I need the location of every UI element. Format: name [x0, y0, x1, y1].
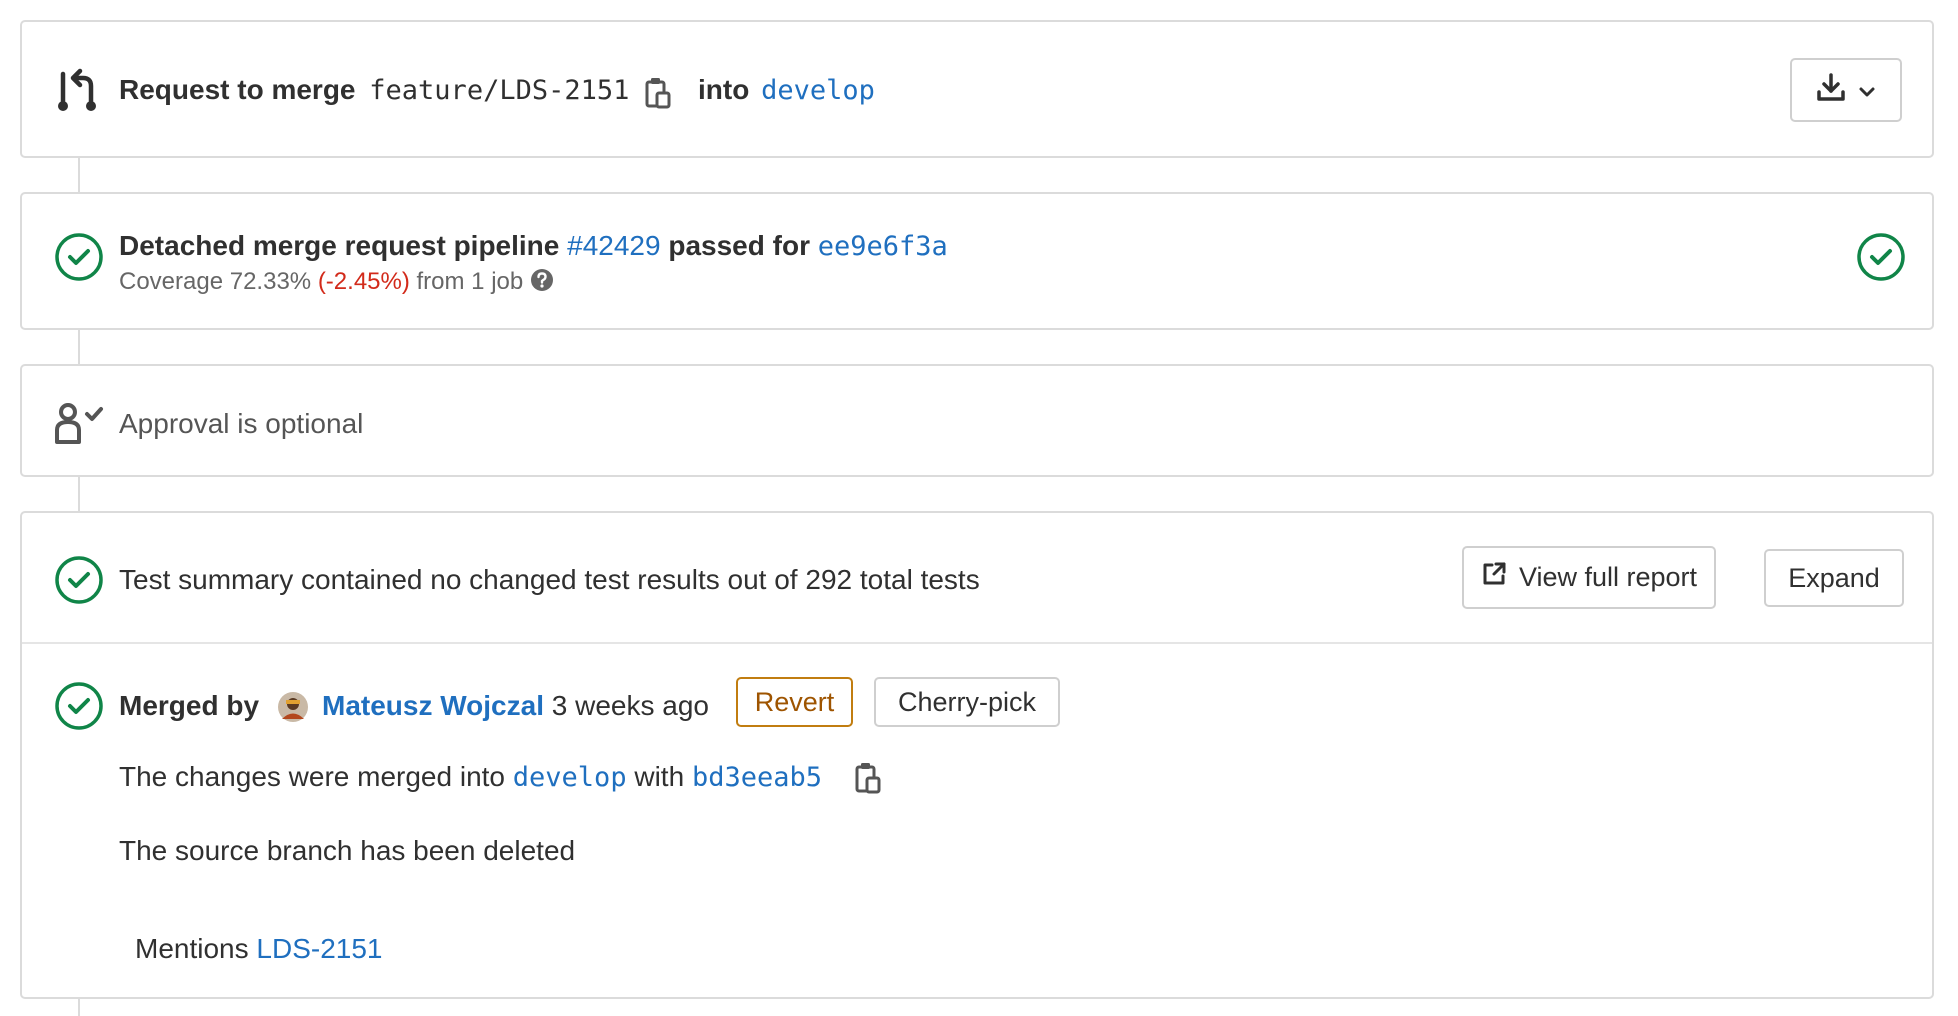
pipeline-status-icon[interactable] — [1856, 232, 1906, 287]
timeline-connector — [78, 329, 80, 365]
merge-commit-link[interactable]: bd3eeab5 — [692, 762, 822, 793]
view-full-report-label: View full report — [1518, 562, 1698, 592]
download-dropdown-button[interactable] — [1790, 58, 1902, 122]
merge-request-icon — [54, 68, 100, 119]
approval-card: Approval is optional — [20, 364, 1934, 477]
question-circle-icon[interactable] — [530, 268, 554, 301]
expand-button[interactable]: Expand — [1764, 549, 1904, 607]
approval-text: Approval is optional — [119, 408, 364, 439]
merged-by-label: Merged by — [119, 690, 260, 721]
target-branch-link[interactable]: develop — [761, 75, 875, 106]
pipeline-card: Detached merge request pipeline #42429 p… — [20, 192, 1934, 330]
mentions-label: Mentions — [135, 933, 249, 964]
merged-by-line: Merged by — [119, 686, 259, 726]
approval-icon — [54, 402, 106, 451]
merged-time: 3 weeks ago — [551, 690, 709, 721]
passed-for-label: passed for — [668, 230, 810, 261]
timeline-connector — [78, 998, 80, 1016]
test-summary-text: Test summary contained no changed test r… — [119, 564, 980, 595]
mentions-issue-link[interactable]: LDS-2151 — [256, 933, 382, 964]
expand-label: Expand — [1788, 562, 1880, 593]
merged-success-icon — [54, 681, 104, 736]
coverage-info: Coverage 72.33% (-2.45%) from 1 job — [119, 266, 554, 301]
merged-user-line: Mateusz Wojczal 3 weeks ago — [322, 686, 709, 726]
cherry-pick-button[interactable]: Cherry-pick — [874, 677, 1060, 727]
changes-prefix: The changes were merged into — [119, 761, 505, 792]
coverage-change: (-2.45%) — [317, 268, 410, 295]
coverage-suffix: from 1 job — [416, 268, 524, 295]
pipeline-title: Detached merge request pipeline #42429 p… — [119, 226, 948, 267]
pipeline-id-link[interactable]: #42429 — [567, 230, 660, 261]
clipboard-icon[interactable] — [644, 76, 672, 115]
section-divider — [22, 642, 1932, 644]
user-name-link[interactable]: Mateusz Wojczal — [322, 690, 544, 721]
source-branch: feature/LDS-2151 — [369, 75, 630, 106]
merge-target: into develop — [698, 70, 875, 111]
changes-with: with — [634, 761, 685, 792]
clipboard-icon[interactable] — [854, 761, 882, 800]
source-deleted-text: The source branch has been deleted — [119, 835, 576, 866]
avatar[interactable] — [277, 691, 309, 728]
into-label: into — [698, 74, 750, 105]
chevron-down-icon — [1858, 75, 1876, 106]
test-summary-card: Test summary contained no changed test r… — [20, 511, 1934, 999]
revert-button[interactable]: Revert — [736, 677, 853, 727]
cherry-pick-label: Cherry-pick — [897, 686, 1037, 717]
pipeline-prefix: Detached merge request pipeline — [119, 230, 560, 261]
revert-label: Revert — [754, 686, 835, 717]
external-link-icon — [1481, 561, 1507, 594]
coverage-label: Coverage 72.33% — [119, 268, 312, 295]
merged-changes-line: The changes were merged into develop wit… — [119, 757, 822, 798]
changes-branch-link[interactable]: develop — [513, 762, 627, 793]
commit-link[interactable]: ee9e6f3a — [818, 231, 948, 262]
timeline-connector — [78, 158, 80, 192]
status-success-icon[interactable] — [54, 232, 104, 287]
view-full-report-button[interactable]: View full report — [1462, 546, 1716, 609]
test-success-icon — [54, 555, 104, 610]
title-prefix: Request to merge — [119, 74, 356, 105]
merge-request-title: Request to merge feature/LDS-2151 — [119, 70, 629, 111]
timeline-connector — [78, 476, 80, 512]
download-icon — [1816, 72, 1846, 109]
merge-request-header-card: Request to merge feature/LDS-2151 into d… — [20, 20, 1934, 158]
mentions-line: Mentions LDS-2151 — [135, 929, 383, 969]
